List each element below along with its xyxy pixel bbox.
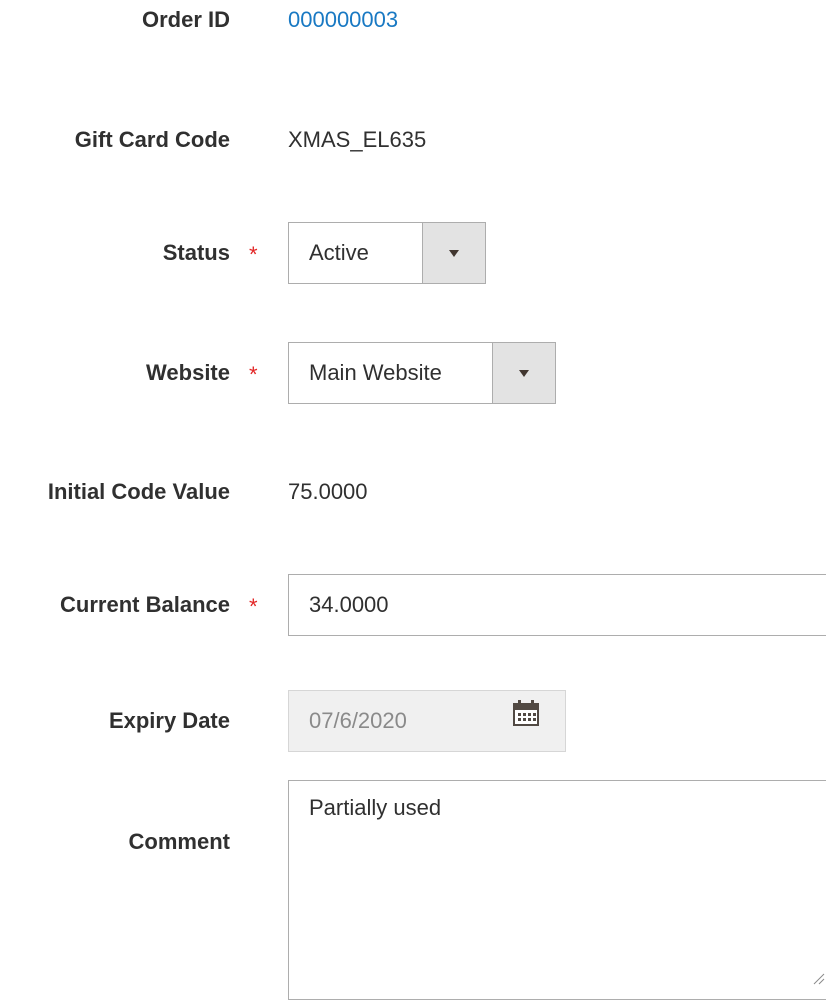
initial-code-value: 75.0000 [288,479,368,504]
gift-card-code-row: Gift Card Code XMAS_EL635 [0,126,826,154]
comment-value: Partially used [309,795,442,820]
current-balance-input[interactable]: 34.0000 [288,574,826,636]
current-balance-row: Current Balance * 34.0000 [0,574,826,636]
current-balance-label: Current Balance [60,592,230,617]
expiry-date-row: Expiry Date 07/6/2020 [0,690,826,752]
status-select[interactable]: Active [288,222,486,284]
expiry-date-value: 07/6/2020 [309,708,407,733]
website-required-mark: * [249,362,258,387]
comment-row: Comment Partially used [0,780,826,1000]
status-select-value: Active [309,240,369,265]
calendar-icon[interactable] [512,699,540,727]
gift-card-code-label: Gift Card Code [74,127,230,152]
status-label: Status [162,240,230,265]
status-select-arrow[interactable] [422,223,485,283]
website-label: Website [146,360,230,385]
order-id-row: Order ID 000000003 [0,6,826,34]
order-id-link[interactable]: 000000003 [288,6,398,34]
resize-handle-icon[interactable] [811,971,825,985]
website-row: Website * Main Website [0,342,826,404]
comment-textarea[interactable]: Partially used [288,780,826,1000]
initial-code-value-label: Initial Code Value [47,479,230,504]
order-id-label: Order ID [141,7,230,32]
gift-card-code-value: XMAS_EL635 [288,127,427,152]
comment-label: Comment [128,829,230,854]
website-select-arrow[interactable] [492,343,555,403]
initial-code-value-row: Initial Code Value 75.0000 [0,478,826,506]
current-balance-required-mark: * [249,594,258,619]
status-row: Status * Active [0,222,826,284]
status-required-mark: * [249,242,258,267]
chevron-down-icon [519,369,529,377]
expiry-date-label: Expiry Date [108,708,230,733]
website-select[interactable]: Main Website [288,342,556,404]
chevron-down-icon [449,249,459,257]
website-select-value: Main Website [309,360,442,385]
